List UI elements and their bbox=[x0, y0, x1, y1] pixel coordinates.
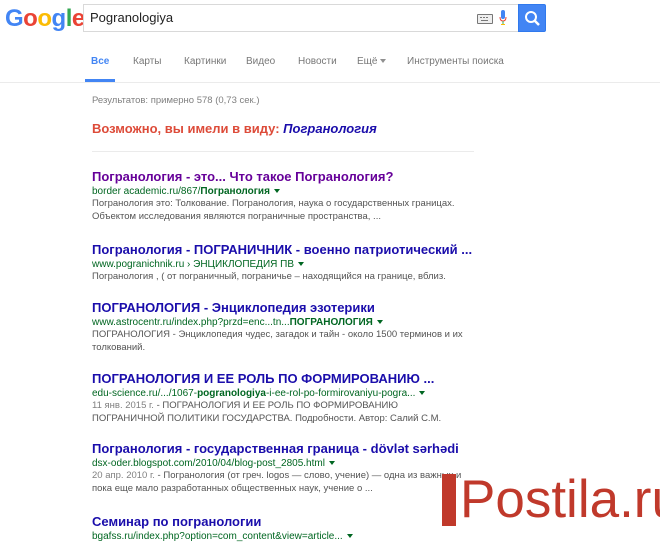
result-stats: Результатов: примерно 578 (0,73 сек.) bbox=[92, 95, 260, 106]
keyboard-icon[interactable] bbox=[477, 14, 493, 24]
logo-letter: G bbox=[5, 5, 24, 32]
tab-images[interactable]: Картинки bbox=[184, 56, 226, 67]
result-date: 11 янв. 2015 г. bbox=[92, 400, 154, 411]
result-url[interactable]: border academic.ru/867/Погранология bbox=[92, 185, 472, 198]
header: Google Все Карты Картинки Видео Новости … bbox=[0, 0, 660, 83]
result-url-tail: -i-ee-rol-po-formirovaniyu-pogra... bbox=[265, 388, 416, 399]
search-tabs: Все Карты Картинки Видео Новости Ещё Инс… bbox=[0, 44, 660, 82]
tab-search-tools[interactable]: Инструменты поиска bbox=[407, 56, 504, 67]
result-date: 20 апр. 2010 г. bbox=[92, 470, 155, 481]
result-url[interactable]: bgafss.ru/index.php?option=com_content&v… bbox=[92, 530, 472, 543]
tab-more-label: Ещё bbox=[357, 56, 378, 67]
result-url-text: bgafss.ru/index.php?option=com_content&v… bbox=[92, 531, 343, 542]
result-title[interactable]: Погранология - государственная граница -… bbox=[92, 441, 472, 457]
search-result: ПОГРАНОЛОГИЯ И ЕЕ РОЛЬ ПО ФОРМИРОВАНИЮ .… bbox=[92, 371, 472, 425]
did-you-mean: Возможно, вы имели в виду: Погранология bbox=[92, 121, 377, 136]
result-url-bold: pogranologiya bbox=[197, 388, 266, 399]
search-button[interactable] bbox=[518, 4, 546, 32]
search-result: ПОГРАНОЛОГИЯ - Энциклопедия эзотерики ww… bbox=[92, 300, 472, 354]
logo-letter: o bbox=[23, 5, 38, 32]
result-url-bold: ПОГРАНОЛОГИЯ bbox=[289, 317, 373, 328]
tab-news[interactable]: Новости bbox=[298, 56, 337, 67]
search-result: Погранология - это... Что такое Погранол… bbox=[92, 169, 472, 223]
microphone-icon[interactable] bbox=[499, 10, 507, 26]
result-snippet: Погранология это: Толкование. Погранолог… bbox=[92, 198, 455, 222]
search-icon bbox=[525, 11, 540, 26]
result-title[interactable]: Погранология - это... Что такое Погранол… bbox=[92, 169, 472, 185]
result-menu-caret-icon[interactable] bbox=[273, 189, 280, 194]
result-menu-caret-icon[interactable] bbox=[419, 391, 426, 396]
result-url[interactable]: www.pogranichnik.ru › ЭНЦИКЛОПЕДИЯ ПВ bbox=[92, 258, 472, 271]
divider bbox=[92, 151, 474, 152]
result-url-text: edu-science.ru/.../1067- bbox=[92, 388, 198, 399]
search-box[interactable] bbox=[83, 4, 518, 32]
logo-letter: o bbox=[37, 5, 52, 32]
result-url-text: www.pogranichnik.ru › ЭНЦИКЛОПЕДИЯ ПВ bbox=[92, 259, 294, 270]
result-menu-caret-icon[interactable] bbox=[328, 461, 335, 466]
result-title[interactable]: Погранология - ПОГРАНИЧНИК - военно патр… bbox=[92, 242, 472, 258]
tab-more[interactable]: Ещё bbox=[357, 56, 387, 67]
result-snippet: ПОГРАНОЛОГИЯ - Энциклопедия чудес, загад… bbox=[92, 329, 463, 353]
result-url[interactable]: edu-science.ru/.../1067-pogranologiya-i-… bbox=[92, 387, 472, 400]
result-url[interactable]: www.astrocentr.ru/index.php?przd=enc...t… bbox=[92, 316, 472, 329]
search-result: Погранология - государственная граница -… bbox=[92, 441, 472, 495]
result-url-text: www.astrocentr.ru/index.php?przd=enc...t… bbox=[92, 317, 290, 328]
search-input[interactable] bbox=[90, 8, 460, 26]
result-url-bold: Погранология bbox=[200, 186, 270, 197]
active-tab-indicator bbox=[85, 79, 115, 82]
watermark-text: Postila.ru bbox=[460, 470, 660, 529]
result-snippet: 20 апр. 2010 г. - Погранология (от греч.… bbox=[92, 470, 472, 495]
tab-maps[interactable]: Карты bbox=[133, 56, 162, 67]
tab-all[interactable]: Все bbox=[91, 56, 109, 67]
result-title[interactable]: ПОГРАНОЛОГИЯ И ЕЕ РОЛЬ ПО ФОРМИРОВАНИЮ .… bbox=[92, 371, 472, 387]
result-url-text: border academic.ru/867/ bbox=[92, 186, 201, 197]
result-menu-caret-icon[interactable] bbox=[346, 534, 353, 539]
result-url[interactable]: dsx-oder.blogspot.com/2010/04/blog-post_… bbox=[92, 457, 472, 470]
watermark-logo-tile bbox=[442, 474, 456, 526]
logo-letter: g bbox=[51, 5, 67, 32]
did-you-mean-prefix: Возможно, вы имели в виду: bbox=[92, 121, 280, 136]
result-snippet: Погранология , ( от пограничный, пограни… bbox=[92, 271, 446, 282]
result-menu-caret-icon[interactable] bbox=[298, 262, 304, 267]
result-title[interactable]: ПОГРАНОЛОГИЯ - Энциклопедия эзотерики bbox=[92, 300, 472, 316]
result-menu-caret-icon[interactable] bbox=[376, 320, 383, 325]
google-logo[interactable]: Google bbox=[5, 5, 85, 33]
tab-video[interactable]: Видео bbox=[246, 56, 275, 67]
result-url-text: dsx-oder.blogspot.com/2010/04/blog-post_… bbox=[92, 458, 325, 469]
result-title[interactable]: Семинар по погранологии bbox=[92, 514, 472, 530]
result-snippet: 11 янв. 2015 г. - ПОГРАНОЛОГИЯ И ЕЕ РОЛЬ… bbox=[92, 400, 472, 425]
did-you-mean-suggestion[interactable]: Погранология bbox=[283, 121, 377, 136]
search-result: Погранология - ПОГРАНИЧНИК - военно патр… bbox=[92, 242, 472, 284]
caret-down-icon bbox=[380, 59, 387, 64]
